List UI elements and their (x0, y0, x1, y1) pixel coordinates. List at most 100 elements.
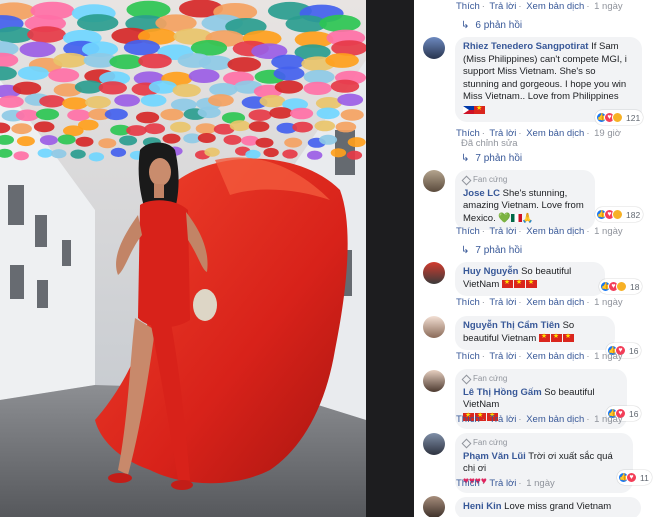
umbrella (51, 149, 67, 159)
comment-actions: Thích · Trả lời · 1 ngày (456, 478, 555, 489)
comment-author[interactable]: Phạm Văn Lũi (463, 451, 526, 462)
translate-link[interactable]: Xem bản dịch (526, 1, 584, 12)
umbrella (330, 79, 360, 93)
like-link[interactable]: Thích (456, 351, 480, 362)
reply-link[interactable]: Trả lời (489, 1, 516, 12)
translate-link[interactable]: Xem bản dịch (526, 414, 584, 425)
avatar[interactable] (423, 316, 445, 338)
comment-author[interactable]: Nguyễn Thị Cẩm Tiên (463, 320, 560, 331)
umbrella (331, 40, 366, 56)
comment-bubble: Fan cứng Jose LC She's stunning, amazing… (455, 170, 595, 230)
translate-link[interactable]: Xem bản dịch (526, 128, 584, 139)
badge-label: Fan cứng (473, 438, 508, 447)
umbrella (340, 109, 364, 121)
reaction-summary[interactable]: 👍 ♥ 121 (595, 110, 644, 125)
umbrella (227, 57, 261, 72)
reply-link[interactable]: Trả lời (489, 478, 516, 489)
flag-vietnam-icon (525, 277, 537, 289)
photo-illustration (0, 0, 366, 517)
avatar[interactable] (423, 262, 445, 284)
haha-icon (616, 281, 627, 292)
umbrella (33, 121, 55, 133)
view-replies[interactable]: ↳ 6 phản hồi (461, 20, 522, 31)
reply-link[interactable]: Trả lời (489, 297, 516, 308)
reply-arrow-icon: ↳ (461, 245, 470, 256)
umbrella (57, 134, 76, 145)
comment-bubble: Nguyễn Thị Cẩm Tiên So beautiful Vietnam (455, 316, 615, 350)
umbrella (204, 147, 220, 157)
view-replies[interactable]: ↳ 7 phản hồi (461, 153, 522, 164)
flag-vietnam-icon (538, 331, 550, 343)
reaction-summary[interactable]: 👍 ♥ 18 (599, 279, 643, 294)
reaction-summary[interactable]: 👍 ♥ 11 (617, 470, 652, 485)
reply-link[interactable]: Trả lời (489, 414, 516, 425)
umbrella (274, 80, 304, 94)
umbrella (37, 148, 53, 158)
translate-link[interactable]: Xem bản dịch (526, 297, 584, 308)
like-link[interactable]: Thích (456, 1, 480, 12)
comment-bubble: Heni Kin Love miss grand Vietnam (455, 497, 641, 517)
reaction-count: 18 (630, 281, 640, 292)
umbrella (48, 68, 80, 83)
umbrella (162, 133, 181, 144)
post-photo[interactable] (0, 0, 366, 517)
comment-author[interactable]: Huy Nguyễn (463, 266, 518, 277)
comment-author[interactable]: Heni Kin (463, 501, 502, 512)
umbrella (337, 93, 364, 107)
timestamp: 1 ngày (594, 1, 623, 12)
umbrella (208, 94, 234, 107)
umbrella (292, 121, 313, 133)
comment-author[interactable]: Rhiez Tenedero Sangpotirat (463, 41, 588, 52)
umbrella (197, 133, 216, 143)
umbrella (170, 121, 191, 133)
translate-link[interactable]: Xem bản dịch (526, 351, 584, 362)
reply-link[interactable]: Trả lời (489, 226, 516, 237)
umbrella (67, 109, 91, 121)
umbrella (319, 134, 338, 145)
badge-label: Fan cứng (473, 175, 508, 184)
umbrella (78, 119, 99, 131)
umbrella (12, 81, 42, 95)
umbrella (245, 149, 261, 159)
umbrella (307, 150, 323, 160)
like-link[interactable]: Thích (456, 414, 480, 425)
umbrella (229, 120, 251, 132)
umbrella (16, 136, 35, 147)
avatar[interactable] (423, 37, 445, 59)
like-link[interactable]: Thích (456, 478, 480, 489)
comment-author[interactable]: Jose LC (463, 188, 500, 199)
diamond-icon (461, 374, 472, 385)
umbrella (248, 121, 270, 132)
umbrella (88, 152, 105, 162)
umbrella (330, 148, 347, 158)
reaction-count: 182 (626, 209, 641, 220)
avatar[interactable] (423, 170, 445, 192)
reaction-summary[interactable]: 👍 ♥ 182 (595, 207, 644, 222)
umbrella (197, 106, 221, 119)
umbrella (140, 94, 167, 107)
avatar[interactable] (423, 496, 445, 517)
reply-link[interactable]: Trả lời (489, 351, 516, 362)
umbrella (104, 108, 128, 121)
like-link[interactable]: Thích (456, 226, 480, 237)
umbrella (282, 149, 298, 159)
umbrella (27, 26, 66, 43)
timestamp: 1 ngày (594, 351, 623, 362)
haha-icon (612, 112, 623, 123)
umbrella (160, 108, 184, 121)
umbrella (198, 55, 233, 71)
avatar[interactable] (423, 433, 445, 455)
avatar[interactable] (423, 370, 445, 392)
diamond-icon (461, 175, 472, 186)
flag-philippines-icon (463, 105, 474, 114)
umbrella (98, 81, 128, 95)
fan-badge: Fan cứng (461, 174, 587, 187)
umbrella (269, 107, 293, 119)
umbrella (223, 134, 242, 145)
like-link[interactable]: Thích (456, 297, 480, 308)
umbrella (17, 66, 49, 81)
translate-link[interactable]: Xem bản dịch (526, 226, 584, 237)
comment-author[interactable]: Lê Thị Hồng Gấm (463, 387, 542, 398)
view-replies[interactable]: ↳ 7 phản hồi (461, 245, 522, 256)
umbrella (123, 39, 160, 56)
